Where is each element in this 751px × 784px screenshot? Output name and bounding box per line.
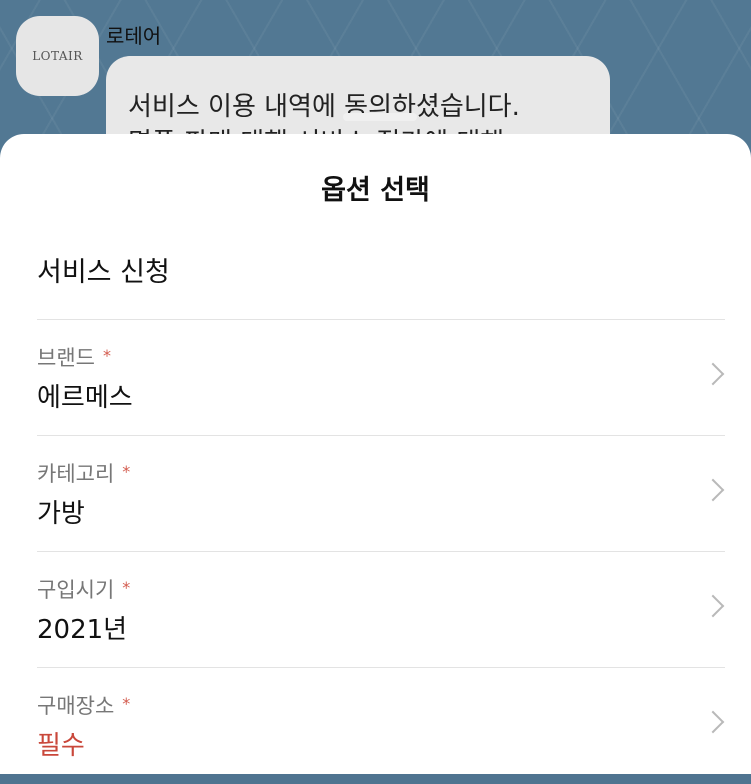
option-label: 카테고리 * [37, 462, 131, 486]
option-label: 브랜드 * [37, 346, 111, 370]
required-mark: * [122, 578, 131, 597]
chevron-right-icon [701, 710, 725, 734]
required-mark: * [122, 694, 131, 713]
option-label: 구매장소 * [37, 694, 131, 718]
required-mark: * [102, 346, 111, 365]
chevron-right-icon [701, 594, 725, 618]
option-value: 2021년 [37, 615, 128, 645]
required-mark: * [122, 462, 131, 481]
message-line-1: 서비스 이용 내역에 동의하셨습니다. [128, 92, 520, 122]
chevron-right-icon [701, 362, 725, 386]
section-title: 서비스 신청 [37, 257, 170, 288]
option-row-purchase-date[interactable]: 구입시기 * 2021년 [37, 551, 725, 668]
sheet-drag-handle[interactable] [343, 113, 417, 121]
option-row-brand[interactable]: 브랜드 * 에르메스 [37, 319, 725, 436]
option-value: 에르메스 [37, 383, 133, 413]
chevron-right-icon [701, 478, 725, 502]
option-row-purchase-place[interactable]: 구매장소 * 필수 [37, 667, 725, 784]
avatar-logo-text: LOTAIR [32, 49, 83, 63]
sheet-title: 옵션 선택 [321, 175, 430, 206]
option-row-category[interactable]: 카테고리 * 가방 [37, 435, 725, 552]
option-label: 구입시기 * [37, 578, 131, 602]
avatar[interactable]: LOTAIR [16, 16, 99, 96]
option-value: 가방 [37, 499, 85, 529]
option-bottom-sheet: 옵션 선택 서비스 신청 브랜드 * 에르메스 카테고리 * 가방 구입시기 * 20… [0, 134, 751, 774]
option-value-required: 필수 [37, 731, 85, 761]
sender-name: 로테어 [106, 24, 162, 48]
